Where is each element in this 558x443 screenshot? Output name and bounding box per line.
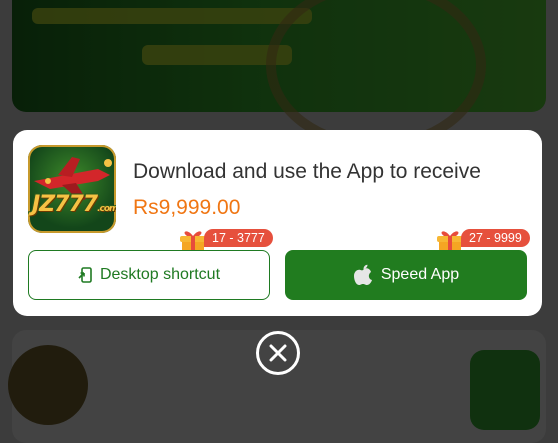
logo-text: JZ777.com [32, 192, 116, 217]
speed-app-label: Speed App [380, 266, 460, 283]
shortcut-icon [78, 267, 92, 283]
close-icon [269, 344, 287, 362]
desktop-shortcut-button[interactable]: Desktop shortcut [28, 250, 270, 300]
modal-title: Download and use the App to receive [133, 160, 481, 183]
app-logo: JZ777.com [28, 145, 116, 233]
speed-app-button[interactable]: Speed App [285, 250, 527, 300]
apple-icon [353, 264, 373, 286]
reward-amount: Rs9,999.00 [133, 196, 241, 219]
desktop-bonus-badge: 17 - 3777 [204, 229, 273, 247]
desktop-shortcut-label: Desktop shortcut [99, 266, 221, 283]
close-button[interactable] [256, 331, 300, 375]
download-app-modal: JZ777.com Download and use the App to re… [13, 130, 542, 316]
speed-app-bonus-badge: 27 - 9999 [461, 229, 530, 247]
